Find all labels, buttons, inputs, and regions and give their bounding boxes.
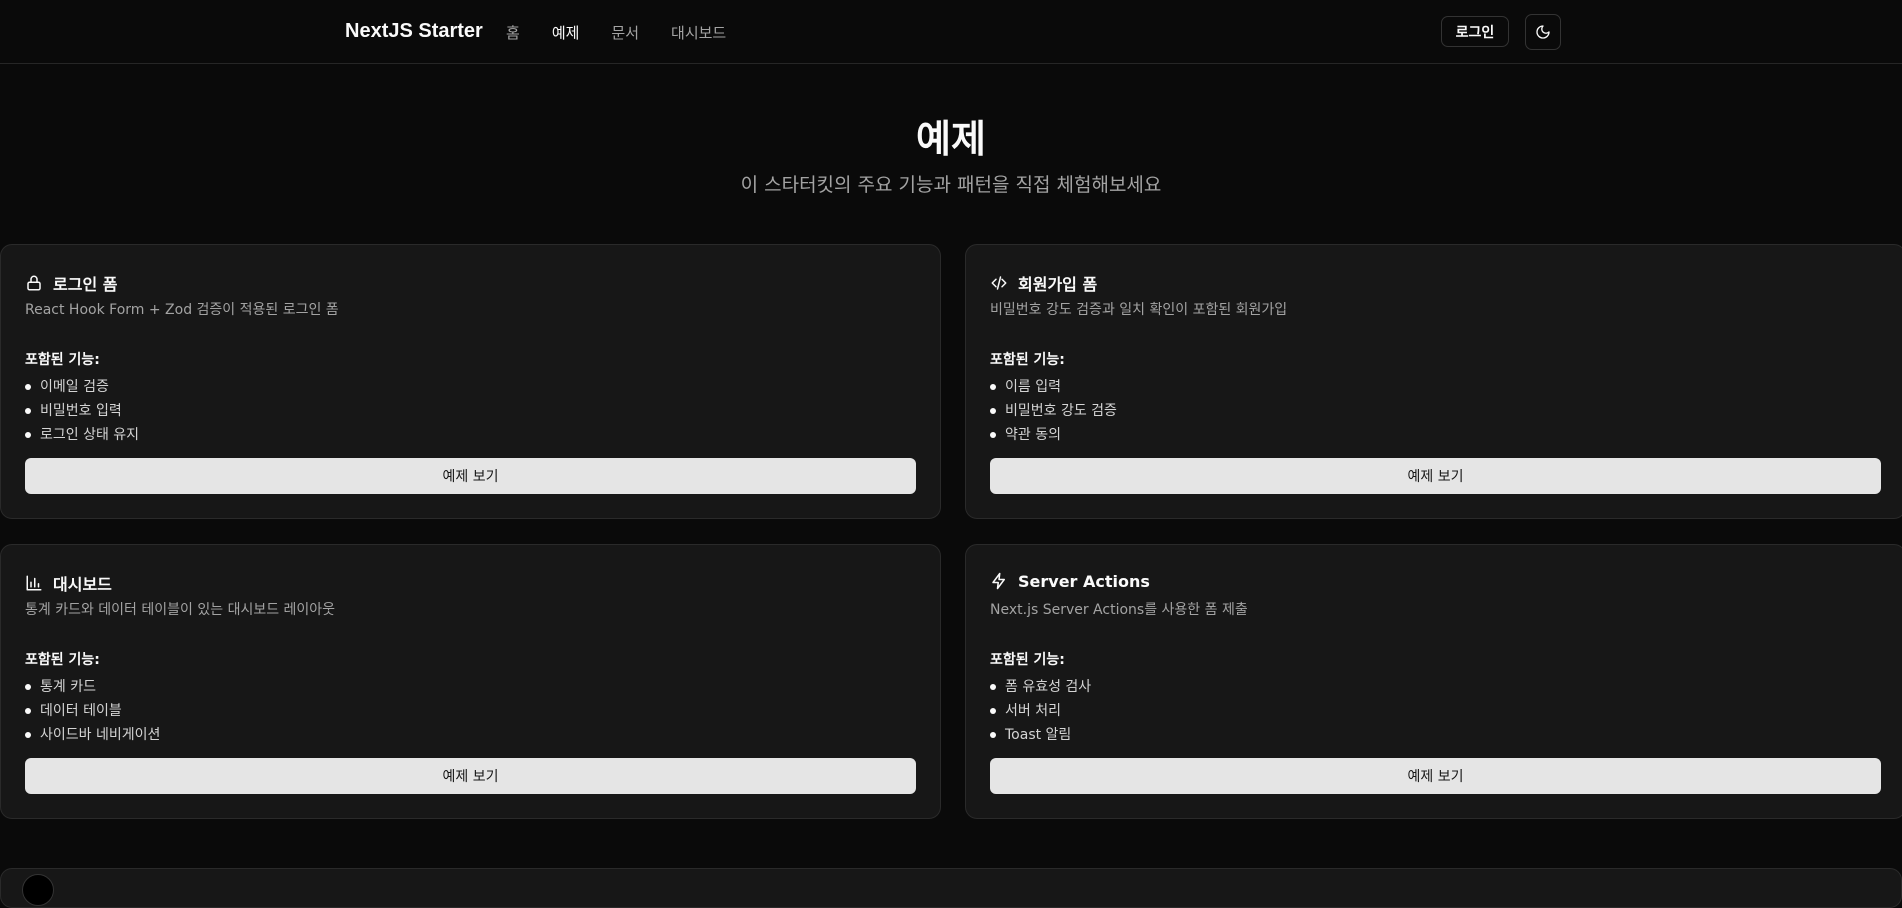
view-example-button[interactable]: 예제 보기	[25, 458, 916, 494]
example-card-login: 로그인 폼 React Hook Form + Zod 검증이 적용된 로그인 …	[0, 244, 941, 519]
card-title: Server Actions	[990, 571, 1150, 591]
bullet-icon	[25, 684, 31, 690]
moon-icon	[1536, 25, 1550, 39]
features-list: 이메일 검증 비밀번호 입력 로그인 상태 유지	[25, 375, 139, 447]
features-heading: 포함된 기능:	[990, 352, 1065, 368]
top-navbar: NextJS Starter 홈 예제 문서 대시보드 로그인	[0, 0, 1902, 64]
bullet-icon	[990, 708, 996, 714]
feature-item: 데이터 테이블	[25, 699, 160, 723]
feature-item: 약관 동의	[990, 423, 1117, 447]
theme-toggle-button[interactable]	[1525, 14, 1561, 50]
card-description: Next.js Server Actions를 사용한 폼 제출	[990, 602, 1248, 618]
feature-item: 비밀번호 입력	[25, 399, 139, 423]
nav-link-dashboard[interactable]: 대시보드	[671, 22, 726, 43]
bullet-icon	[25, 432, 31, 438]
feature-item: 로그인 상태 유지	[25, 423, 139, 447]
card-title-text: Server Actions	[1018, 571, 1150, 591]
card-title-text: 로그인 폼	[53, 275, 118, 294]
code-icon	[990, 273, 1010, 293]
brand-logo[interactable]: NextJS Starter	[345, 20, 483, 43]
page-subtitle: 이 스타터킷의 주요 기능과 패턴을 직접 체험해보세요	[740, 174, 1162, 196]
bullet-icon	[990, 684, 996, 690]
features-list: 이름 입력 비밀번호 강도 검증 약관 동의	[990, 375, 1117, 447]
card-description: 비밀번호 강도 검증과 일치 확인이 포함된 회원가입	[990, 302, 1288, 318]
features-heading: 포함된 기능:	[25, 352, 100, 368]
features-list: 폼 유효성 검사 서버 처리 Toast 알림	[990, 675, 1091, 747]
card-title: 회원가입 폼	[990, 271, 1097, 295]
card-title-text: 대시보드	[53, 575, 112, 594]
feature-item: 이름 입력	[990, 375, 1117, 399]
card-title-text: 회원가입 폼	[1018, 275, 1098, 294]
bullet-icon	[990, 408, 996, 414]
features-heading: 포함된 기능:	[990, 652, 1065, 668]
bullet-icon	[25, 732, 31, 738]
card-description: 통계 카드와 데이터 테이블이 있는 대시보드 레이아웃	[25, 602, 336, 618]
footer-panel	[0, 868, 1902, 908]
feature-item: 폼 유효성 검사	[990, 675, 1091, 699]
feature-item: 사이드바 네비게이션	[25, 723, 160, 747]
bar-chart-icon	[25, 573, 45, 593]
feature-item: 서버 처리	[990, 699, 1091, 723]
bullet-icon	[990, 384, 996, 390]
main-nav: 홈 예제 문서 대시보드	[506, 22, 758, 43]
login-button[interactable]: 로그인	[1441, 16, 1509, 47]
nav-link-docs[interactable]: 문서	[611, 22, 639, 43]
card-title: 대시보드	[25, 571, 112, 595]
bullet-icon	[990, 732, 996, 738]
view-example-button[interactable]: 예제 보기	[25, 758, 916, 794]
example-card-server-actions: Server Actions Next.js Server Actions를 사…	[965, 544, 1902, 819]
example-card-signup: 회원가입 폼 비밀번호 강도 검증과 일치 확인이 포함된 회원가입 포함된 기…	[965, 244, 1902, 519]
view-example-button[interactable]: 예제 보기	[990, 458, 1881, 494]
bullet-icon	[990, 432, 996, 438]
page-title: 예제	[916, 117, 986, 161]
bullet-icon	[25, 408, 31, 414]
feature-item: 이메일 검증	[25, 375, 139, 399]
avatar[interactable]	[22, 874, 54, 906]
features-list: 통계 카드 데이터 테이블 사이드바 네비게이션	[25, 675, 160, 747]
card-description: React Hook Form + Zod 검증이 적용된 로그인 폼	[25, 302, 339, 318]
zap-icon	[990, 571, 1010, 591]
feature-item: Toast 알림	[990, 723, 1091, 747]
nav-link-examples[interactable]: 예제	[552, 22, 580, 43]
feature-item: 비밀번호 강도 검증	[990, 399, 1117, 423]
nav-link-home[interactable]: 홈	[506, 22, 520, 43]
card-title: 로그인 폼	[25, 271, 117, 295]
example-card-dashboard: 대시보드 통계 카드와 데이터 테이블이 있는 대시보드 레이아웃 포함된 기능…	[0, 544, 941, 819]
bullet-icon	[25, 708, 31, 714]
features-heading: 포함된 기능:	[25, 652, 100, 668]
bullet-icon	[25, 384, 31, 390]
feature-item: 통계 카드	[25, 675, 160, 699]
view-example-button[interactable]: 예제 보기	[990, 758, 1881, 794]
lock-icon	[25, 273, 45, 293]
